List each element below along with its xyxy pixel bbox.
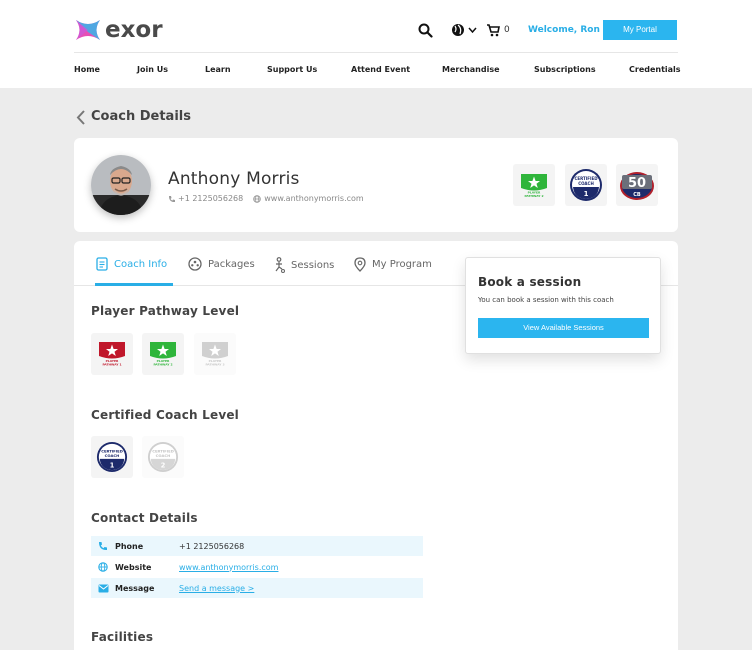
certified-coach-1-badge-icon: CERTIFIED COACH 1 xyxy=(96,441,128,473)
nav-subscriptions[interactable]: Subscriptions xyxy=(534,65,596,74)
player-pathway-1-badge-icon: PLAYER PATHWAY 1 xyxy=(99,342,125,367)
badge-certified-coach-1: CERTIFIED COACH 1 xyxy=(565,164,607,206)
my-portal-button[interactable]: My Portal xyxy=(603,20,677,40)
cb-50-badge-icon: 50 CB xyxy=(620,172,654,200)
coach-level-2: CERTIFIED COACH 2 xyxy=(142,436,184,478)
brand-logo[interactable]: exor xyxy=(74,18,163,42)
svg-text:COACH: COACH xyxy=(156,454,171,458)
avatar xyxy=(91,155,151,215)
contact-row-message: Message Send a message > xyxy=(91,578,423,598)
badge-player-pathway-2: PLAYER PATHWAY 2 xyxy=(513,164,555,206)
tab-my-program[interactable]: My Program xyxy=(354,257,432,272)
contact-row-website: Website www.anthonymorris.com xyxy=(91,557,423,577)
language-selector[interactable] xyxy=(451,22,477,38)
svg-text:CB: CB xyxy=(633,192,641,198)
tab-sessions-label: Sessions xyxy=(291,259,335,271)
profile-card: Anthony Morris +1 2125056268 www.anthony… xyxy=(74,138,678,232)
nav-home[interactable]: Home xyxy=(74,65,100,74)
site-header: exor 0 Welcome, Ron My Portal Home Join … xyxy=(0,0,752,88)
contact-section-title: Contact Details xyxy=(91,511,198,525)
nav-join-us[interactable]: Join Us xyxy=(137,65,168,74)
svg-text:CERTIFIED: CERTIFIED xyxy=(152,449,174,453)
svg-text:50: 50 xyxy=(628,176,646,191)
svg-text:PATHWAY 2: PATHWAY 2 xyxy=(524,194,543,198)
badge-cb-50: 50 CB xyxy=(616,164,658,206)
main-nav: Home Join Us Learn Support Us Attend Eve… xyxy=(74,65,681,77)
tab-sessions[interactable]: Sessions xyxy=(273,257,334,273)
svg-text:PATHWAY 2: PATHWAY 2 xyxy=(153,363,172,367)
book-session-subtitle: You can book a session with this coach xyxy=(478,296,614,304)
pathway-level-3: PLAYER PATHWAY 3 xyxy=(194,333,236,375)
back-chevron-icon[interactable] xyxy=(76,110,86,125)
tab-my-program-label: My Program xyxy=(372,259,432,270)
coach-level-1: CERTIFIED COACH 1 xyxy=(91,436,133,478)
page-title: Coach Details xyxy=(91,109,191,124)
contact-label-phone: Phone xyxy=(115,541,144,551)
tab-coach-info-label: Coach Info xyxy=(114,258,168,270)
view-available-sessions-button[interactable]: View Available Sessions xyxy=(478,318,649,338)
book-session-title: Book a session xyxy=(478,275,582,289)
contact-value-phone: +1 2125056268 xyxy=(179,541,245,551)
contact-label-message: Message xyxy=(115,583,155,593)
search-icon[interactable] xyxy=(418,22,433,38)
player-pathway-3-badge-icon: PLAYER PATHWAY 3 xyxy=(202,342,228,367)
svg-text:PATHWAY 3: PATHWAY 3 xyxy=(205,363,224,367)
tab-coach-info[interactable]: Coach Info xyxy=(96,257,167,271)
player-pathway-2-badge-icon: PLAYER PATHWAY 2 xyxy=(521,174,547,198)
location-pin-icon xyxy=(354,257,366,272)
welcome-text[interactable]: Welcome, Ron xyxy=(528,25,600,35)
svg-text:1: 1 xyxy=(110,461,115,469)
chevron-down-icon xyxy=(468,27,477,34)
svg-text:COACH: COACH xyxy=(578,181,594,186)
active-tab-indicator xyxy=(95,283,173,286)
send-message-link[interactable]: Send a message > xyxy=(179,584,254,593)
mail-icon xyxy=(91,584,115,593)
globe-icon xyxy=(253,194,262,203)
profile-website[interactable]: www.anthonymorris.com xyxy=(264,194,363,203)
header-divider xyxy=(74,52,678,53)
certified-coach-2-badge-icon: CERTIFIED COACH 2 xyxy=(147,441,179,473)
exor-logo-icon xyxy=(76,20,100,40)
nav-support-us[interactable]: Support Us xyxy=(267,65,317,74)
contact-label-website: Website xyxy=(115,562,152,572)
tab-packages-label: Packages xyxy=(208,258,255,270)
website-link[interactable]: www.anthonymorris.com xyxy=(179,563,278,572)
nav-merchandise[interactable]: Merchandise xyxy=(442,65,500,74)
globe-icon xyxy=(91,562,115,572)
cart-button[interactable]: 0 xyxy=(486,22,510,38)
nav-credentials[interactable]: Credentials xyxy=(629,65,681,74)
svg-text:COACH: COACH xyxy=(105,454,120,458)
contact-row-phone: Phone +1 2125056268 xyxy=(91,536,423,556)
ball-icon xyxy=(188,257,202,271)
coach-name: Anthony Morris xyxy=(168,169,300,189)
player-pathway-2-badge-icon: PLAYER PATHWAY 2 xyxy=(150,342,176,367)
svg-text:PATHWAY 1: PATHWAY 1 xyxy=(102,363,121,367)
cart-icon xyxy=(487,24,500,37)
certified-coach-1-badge-icon: CERTIFIED COACH 1 xyxy=(570,169,602,201)
phone-icon xyxy=(91,541,115,551)
player-icon xyxy=(275,257,285,273)
profile-phone[interactable]: +1 2125056268 xyxy=(178,194,243,203)
svg-text:CERTIFIED: CERTIFIED xyxy=(101,449,123,453)
document-icon xyxy=(96,257,108,271)
pathway-level-1: PLAYER PATHWAY 1 xyxy=(91,333,133,375)
pathway-level-2: PLAYER PATHWAY 2 xyxy=(142,333,184,375)
contact-details-table: Phone +1 2125056268 Website www.anthonym… xyxy=(91,536,423,599)
nav-attend-event[interactable]: Attend Event xyxy=(351,65,410,74)
facilities-section-title: Facilities xyxy=(91,630,154,644)
coach-section-title: Certified Coach Level xyxy=(91,408,239,422)
book-session-card: Book a session You can book a session wi… xyxy=(465,257,661,354)
cart-count: 0 xyxy=(504,25,510,35)
brand-name: exor xyxy=(105,17,163,43)
nav-learn[interactable]: Learn xyxy=(205,65,231,74)
svg-text:1: 1 xyxy=(584,190,589,198)
tab-packages[interactable]: Packages xyxy=(188,257,255,271)
svg-text:2: 2 xyxy=(161,461,166,469)
globe-icon xyxy=(452,24,464,36)
phone-icon xyxy=(169,195,175,202)
pathway-section-title: Player Pathway Level xyxy=(91,304,240,318)
profile-contact-line: +1 2125056268 www.anthonymorris.com xyxy=(168,194,364,203)
